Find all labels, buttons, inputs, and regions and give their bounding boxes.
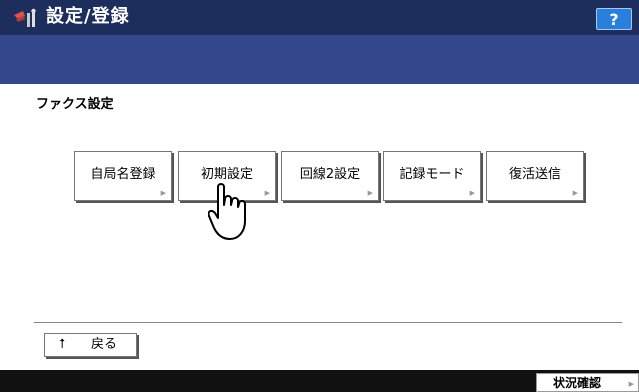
back-button[interactable]: ⭡ 戻る — [44, 333, 137, 357]
status-label: 状況確認 — [553, 376, 602, 390]
content-panel — [0, 84, 639, 370]
corner-arrow-icon: ▶ — [264, 189, 270, 197]
corner-arrow-icon: ▶ — [572, 189, 578, 197]
sub-header-bar — [0, 35, 639, 84]
station-name-registration-button[interactable]: 自局名登録 ▶ — [74, 151, 172, 201]
button-label: 記録モード — [399, 167, 465, 182]
back-label: 戻る — [91, 337, 118, 352]
settings-tools-icon — [14, 8, 36, 27]
status-check-button[interactable]: 状況確認 ▶ — [536, 373, 639, 392]
button-label: 自局名登録 — [90, 167, 156, 182]
recording-mode-button[interactable]: 記録モード ▶ — [383, 151, 481, 201]
corner-arrow-icon: ▶ — [628, 380, 634, 388]
corner-arrow-icon: ▶ — [160, 189, 166, 197]
corner-arrow-icon: ▶ — [367, 189, 373, 197]
button-label: 初期設定 — [200, 167, 253, 182]
page-title: 設定/登録 — [46, 6, 130, 27]
button-label: 復活送信 — [508, 167, 561, 182]
divider-line — [34, 322, 622, 323]
hand-pointer-icon — [208, 183, 246, 240]
button-label: 回線2設定 — [299, 167, 361, 182]
section-title: ファクス設定 — [36, 97, 114, 112]
corner-arrow-icon: ▶ — [469, 189, 475, 197]
up-arrow-icon: ⭡ — [59, 337, 66, 352]
title-bar: 設定/登録 ? — [0, 0, 639, 35]
recovery-transmission-button[interactable]: 復活送信 ▶ — [486, 151, 584, 201]
help-button[interactable]: ? — [596, 8, 632, 30]
line2-settings-button[interactable]: 回線2設定 ▶ — [281, 151, 379, 201]
